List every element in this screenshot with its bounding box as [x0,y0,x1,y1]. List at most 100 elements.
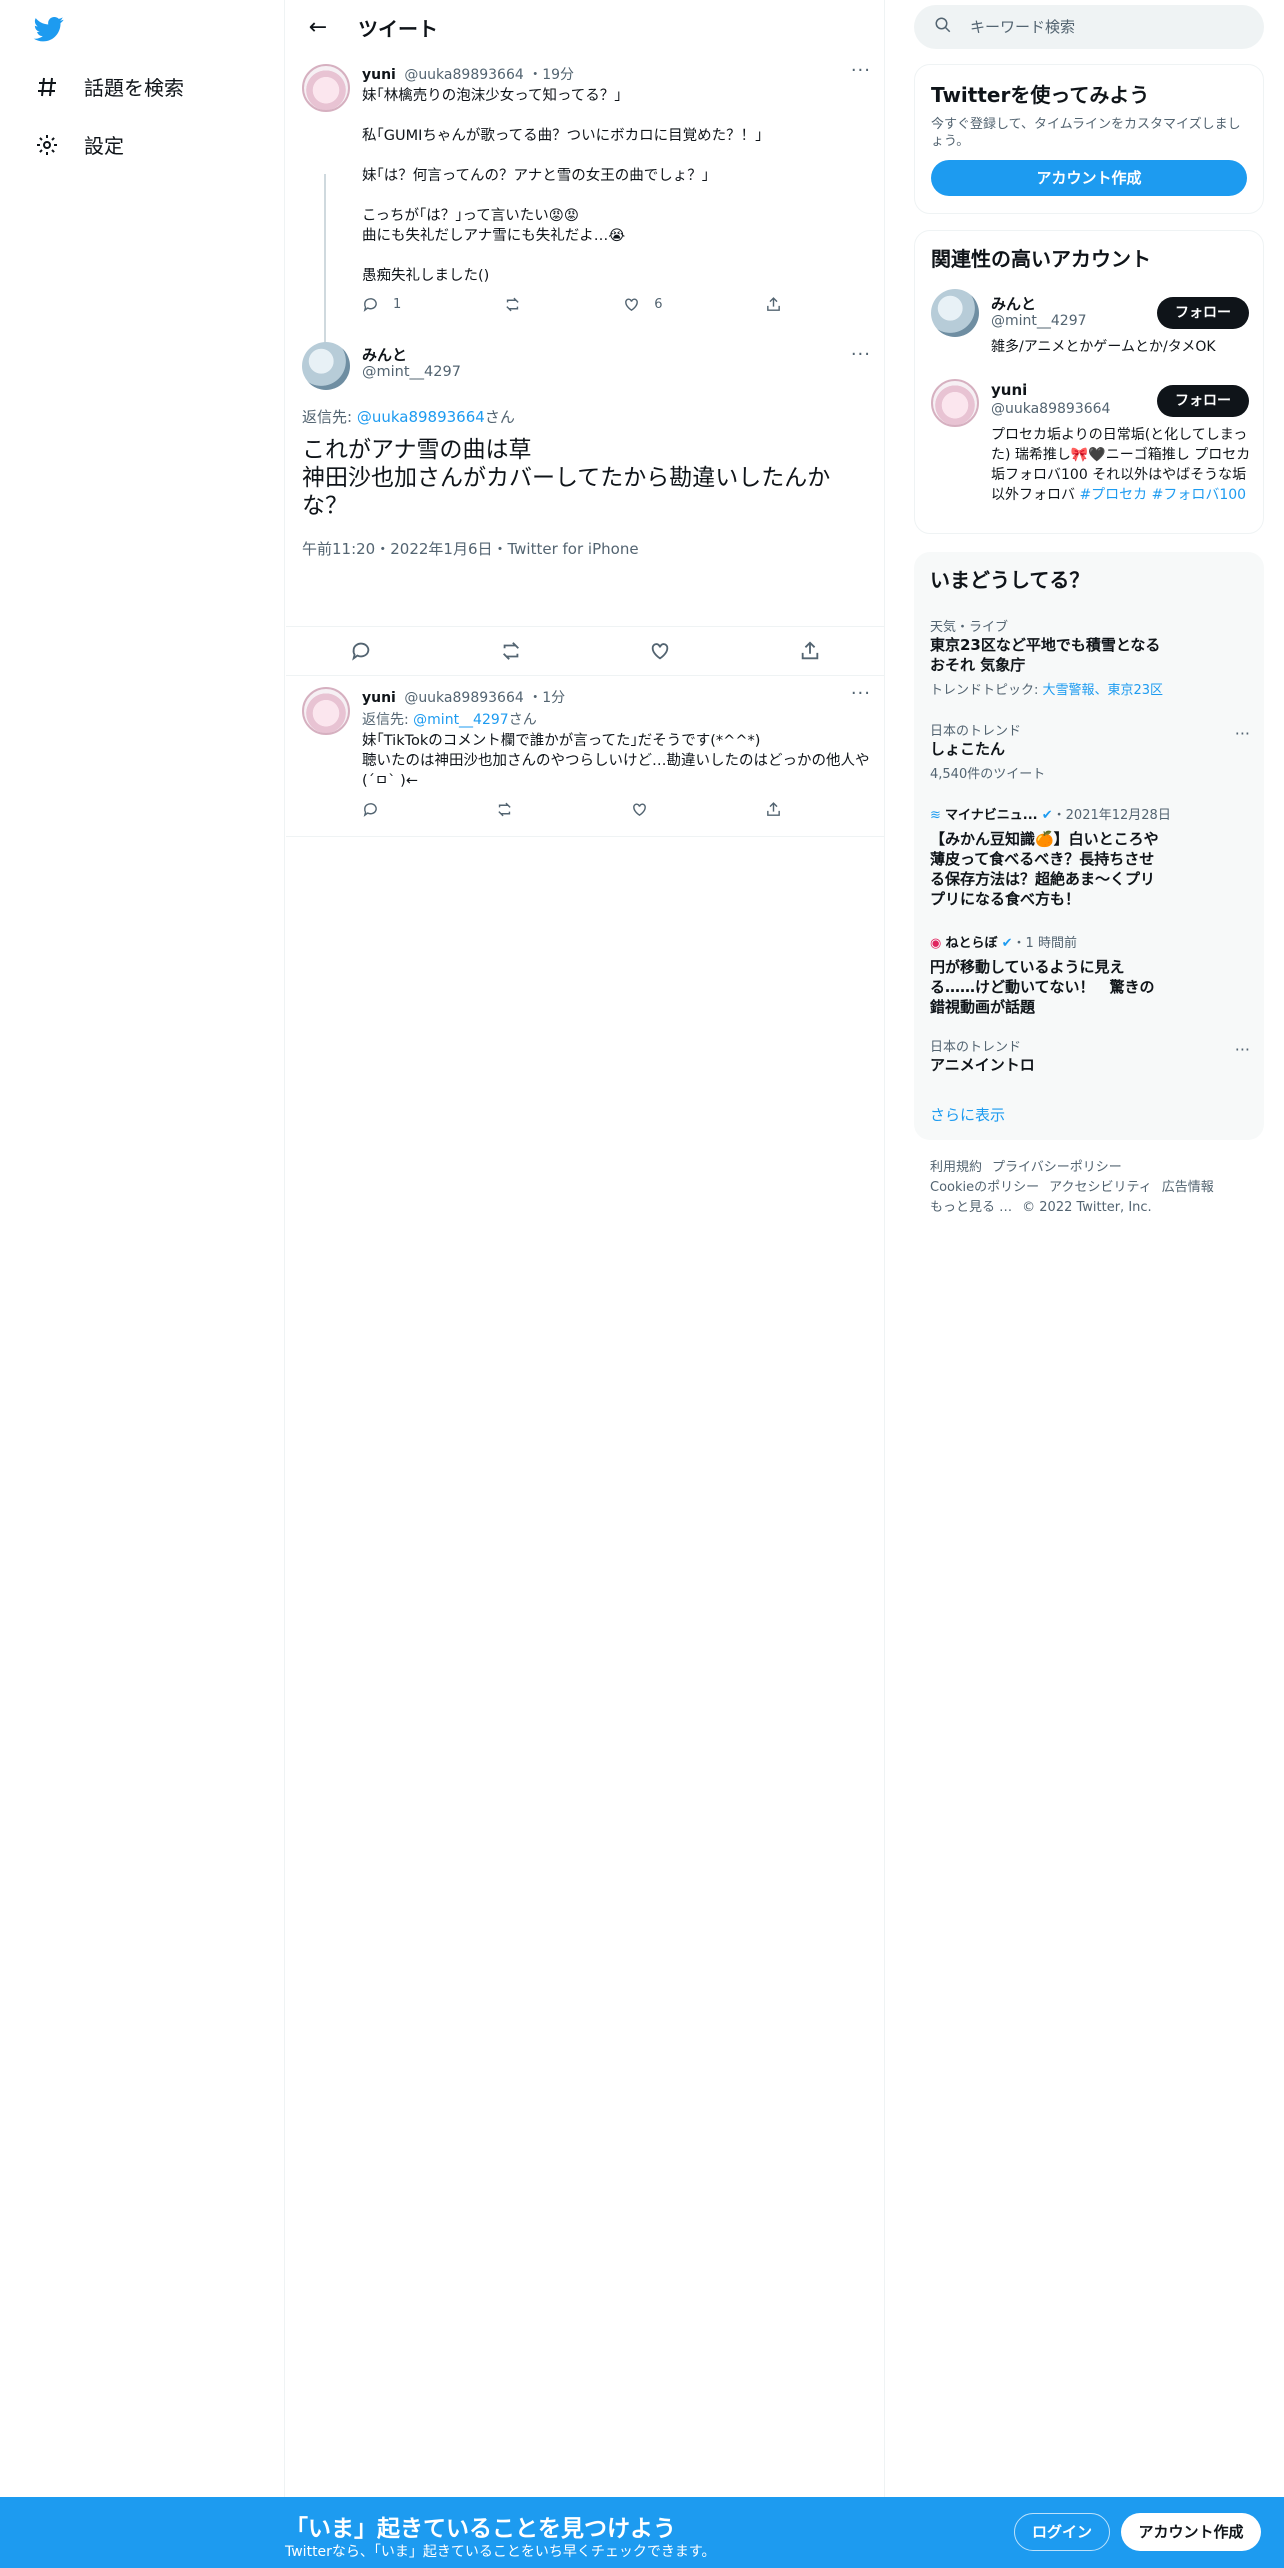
login-button[interactable]: ログイン [1014,2513,1110,2551]
news-title: 円が移動しているように見える……けど動いてない！ 驚きの錯視動画が話題 [930,958,1155,1016]
tweet-reply[interactable]: ··· yuni @uuka89893664 ・1分 返信先: @mint__4… [286,677,885,837]
author-name[interactable]: みんと [362,344,407,365]
reply-count: 1 [393,297,402,312]
avatar[interactable] [931,379,979,427]
nav-settings-label: 設定 [84,134,124,158]
account-handle[interactable]: @mint__4297 [991,313,1087,329]
bio-hashtags[interactable]: #プロセカ #フォロバ100 [1079,487,1246,503]
news-logo-icon: ≋ [930,808,941,823]
author-name[interactable]: yuni [362,67,396,83]
footer-link[interactable]: 広告情報 [1162,1180,1214,1195]
footer-links: 利用規約 プライバシーポリシー Cookieのポリシー アクセシビリティ 広告情報 も… [930,1158,1260,1218]
reply-button[interactable]: 1 [362,296,401,313]
like-button[interactable]: 6 [623,296,663,313]
author-handle[interactable]: @mint__4297 [362,364,461,380]
signup-card-desc: 今すぐ登録して、タイムラインをカスタマイズしましょう。 [931,117,1241,149]
account-bio: プロセカ垢よりの日常垢(と化してしまった) 瑞希推し🎀🖤ニーゴ箱推し プロセカ垢… [991,425,1257,505]
tweet-text: 妹｢TikTokのコメント欄で誰かが言ってた｣だそうです(*^^*) 聴いたのは… [362,733,870,789]
page-title: ツイート [358,16,438,41]
reply-prefix: 返信先: [362,712,414,728]
reply-suffix: さん [508,712,537,728]
main-column: ← ツイート ··· yuni @uuka89893664 ・19分 妹｢林檎売… [286,0,885,2497]
reply-icon[interactable] [350,640,372,662]
search-input[interactable] [970,18,1230,36]
reply-icon [363,298,377,312]
copyright: © 2022 Twitter, Inc. [1022,1200,1152,1215]
more-icon[interactable]: ··· [851,344,871,365]
reply-to: 返信先: @mint__4297さん [362,709,872,729]
share-button[interactable] [765,296,782,313]
footer-link[interactable]: 利用規約 [930,1160,982,1175]
avatar[interactable] [931,289,979,337]
retweet-button[interactable] [504,296,521,313]
show-more-link[interactable]: さらに表示 [930,1104,1005,1125]
tweet-actions [286,626,885,676]
follow-button[interactable]: フォロー [1157,385,1249,417]
more-icon[interactable]: ··· [1235,1040,1250,1059]
retweet-icon[interactable] [500,640,522,662]
trend-topic: トレンドトピック: 大雪警報、東京23区 [930,679,1250,698]
heart-icon[interactable] [649,640,671,662]
tweet-meta: yuni @uuka89893664 ・1分 [362,690,566,706]
gear-icon [34,132,60,158]
reply-to-link[interactable]: @mint__4297 [413,712,509,728]
news-item[interactable]: ◉ ねとらぼ ✔・1 時間前 円が移動しているように見える……けど動いてない！ … [930,932,1250,1017]
footer-link[interactable]: プライバシーポリシー [992,1160,1122,1175]
reply-button[interactable] [362,801,379,818]
tweet-time[interactable]: 1分 [542,690,565,706]
news-logo-icon: ◉ [930,936,942,951]
share-icon[interactable] [799,640,821,662]
tweet-meta: yuni @uuka89893664 ・19分 [362,67,575,83]
nav-explore[interactable]: 話題を検索 [34,72,184,101]
hashtag-icon [34,74,60,100]
account-handle[interactable]: @uuka89893664 [991,401,1110,417]
news-title: 【みかん豆知識🍊】白いところや薄皮って食べるべき？長持ちさせる保存方法は？超絶あ… [930,830,1159,908]
banner-subtext: Twitterなら、「いま」起きていることをいち早くチェックできます。 [285,2544,716,2560]
trend-item[interactable]: 日本のトレンド アニメイントロ ··· [930,1036,1250,1075]
reply-to-link[interactable]: @uuka89893664 [357,408,485,426]
twitter-logo-icon[interactable] [32,14,66,44]
search-icon [934,16,952,38]
trend-item[interactable]: 日本のトレンド しょこたん 4,540件のツイート ··· [930,720,1250,782]
trend-title: 東京23区など平地でも積雪となるおそれ 気象庁 [930,636,1161,674]
signup-card: Twitterを使ってみよう 今すぐ登録して、タイムラインをカスタマイズしましょ… [914,64,1264,214]
footer-link[interactable]: アクセシビリティ [1049,1180,1152,1195]
heart-icon [625,298,639,312]
account-name[interactable]: yuni [991,381,1027,399]
trends-title: いまどうしてる？ [930,568,1090,592]
avatar[interactable] [302,342,350,390]
more-icon[interactable]: ··· [1235,724,1250,743]
left-nav: 話題を検索 設定 [0,0,285,2497]
trend-title: アニメイントロ [930,1056,1035,1074]
search-bar[interactable] [914,5,1264,49]
footer-link[interactable]: Cookieのポリシー [930,1180,1039,1195]
related-title: 関連性の高いアカウント [931,247,1151,271]
create-account-button[interactable]: アカウント作成 [931,160,1247,196]
tweet-timestamp[interactable]: 午前11:20・2022年1月6日・Twitter for iPhone [302,538,639,559]
like-button[interactable] [631,801,648,818]
avatar[interactable] [302,687,350,735]
avatar[interactable] [302,64,350,112]
back-arrow-icon[interactable]: ← [300,9,336,45]
nav-settings[interactable]: 設定 [34,130,124,159]
follow-button[interactable]: フォロー [1157,297,1249,329]
author-handle[interactable]: @uuka89893664 [404,67,523,83]
tweet-actions: 1 6 [362,296,782,313]
signup-button[interactable]: アカウント作成 [1121,2513,1261,2551]
author-handle[interactable]: @uuka89893664 [404,690,523,706]
tweet-time[interactable]: 19分 [542,67,574,83]
share-button[interactable] [765,801,782,818]
reply-to: 返信先: @uuka89893664さん [302,406,515,427]
trend-topic-links[interactable]: 大雪警報、東京23区 [1043,683,1164,698]
retweet-button[interactable] [496,801,513,818]
news-item[interactable]: ≋ マイナビニュ... ✔・2021年12月28日 【みかん豆知識🍊】白いところ… [930,804,1250,909]
related-accounts-card: 関連性の高いアカウント みんと @mint__4297 フォロー 雑多/アニメと… [914,230,1264,534]
account-name[interactable]: みんと [991,293,1036,314]
account-bio: 雑多/アニメとかゲームとか/タメOK [991,339,1216,355]
footer-link[interactable]: もっと見る … [930,1200,1012,1215]
signup-banner: 「いま」起きていることを見つけよう Twitterなら、「いま」起きていることを… [0,2497,1284,2568]
trend-item[interactable]: 天気・ライブ 東京23区など平地でも積雪となるおそれ 気象庁 トレンドトピック:… [930,616,1250,698]
news-meta: ≋ マイナビニュ... ✔・2021年12月28日 [930,804,1250,823]
tweet-parent[interactable]: ··· yuni @uuka89893664 ・19分 妹｢林檎売りの泡沫少女っ… [286,54,885,388]
author-name[interactable]: yuni [362,690,396,706]
